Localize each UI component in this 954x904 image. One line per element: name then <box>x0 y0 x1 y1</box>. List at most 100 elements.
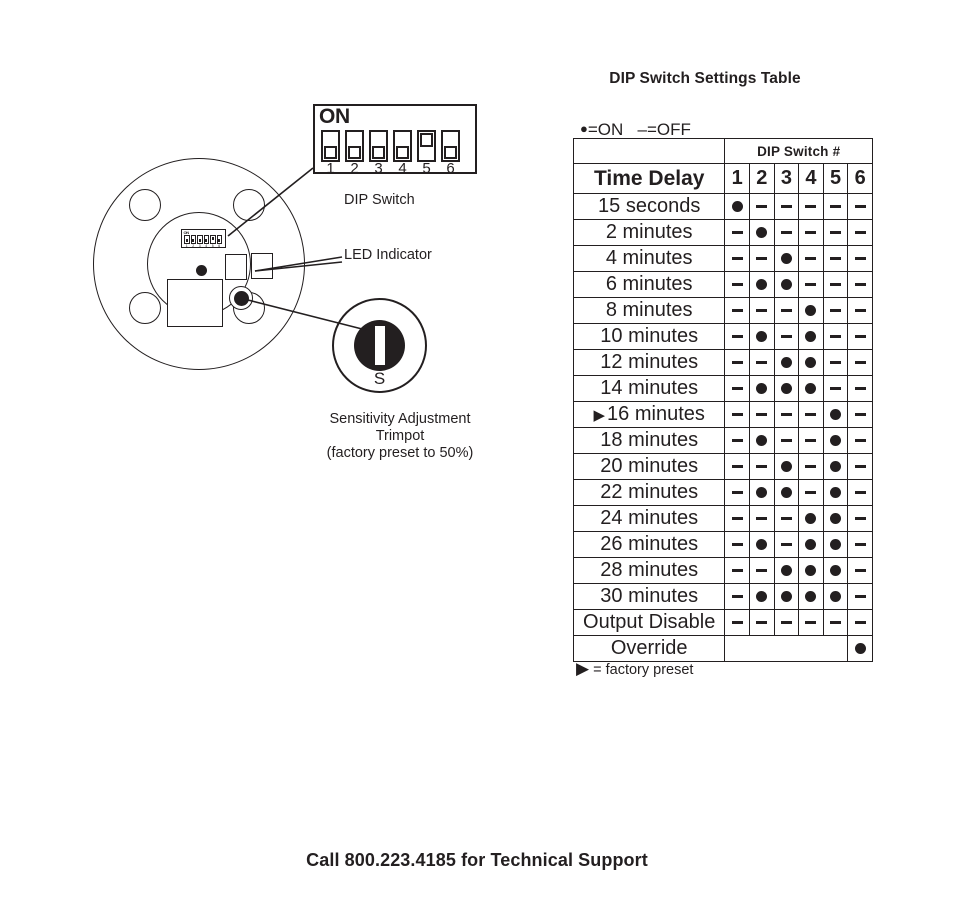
switch-state-cell <box>724 427 750 454</box>
device-dip-switch-6 <box>216 235 222 244</box>
switch-on-dot-icon <box>805 356 817 368</box>
switch-state-cell <box>822 453 849 480</box>
switch-state-cell <box>847 297 873 324</box>
switch-state-cell <box>847 583 873 610</box>
dip-switch-number-6: 6 <box>446 160 455 177</box>
table-row: 26 minutes <box>572 531 873 558</box>
table-row: 30 minutes <box>572 583 873 610</box>
legend-off-dash-icon: – <box>637 120 647 139</box>
dip-switch-slider-5[interactable] <box>417 130 436 162</box>
switch-state-cell <box>724 349 750 376</box>
switch-on-dot-icon <box>756 330 768 342</box>
switch-off-dash-icon <box>830 620 842 624</box>
time-delay-label: 10 minutes <box>572 323 726 350</box>
dip-switch-callout: ON 1 2 3 4 5 6 <box>313 104 477 176</box>
time-delay-label: 12 minutes <box>572 349 726 376</box>
table-row: 2 minutes <box>572 219 873 246</box>
table-row: 18 minutes <box>572 427 873 454</box>
switch-state-cell <box>749 479 775 506</box>
switch-on-dot-icon <box>830 408 842 420</box>
time-delay-label: Override <box>572 635 726 662</box>
device-dip-number-3: 3 <box>198 244 201 248</box>
table-row: Output Disable <box>572 609 873 636</box>
switch-off-dash-icon <box>854 230 866 234</box>
led-indicator-dot <box>196 265 207 276</box>
switch-state-cell <box>822 557 849 584</box>
switch-state-cell <box>798 245 824 272</box>
slider-handle-5 <box>420 133 433 147</box>
device-component-rectangle <box>167 279 223 327</box>
switch-state-cell <box>822 583 849 610</box>
switch-state-cell <box>749 401 775 428</box>
switch-state-cell <box>798 323 824 350</box>
switch-state-cell <box>773 505 800 532</box>
dip-switch-slider-2[interactable] <box>345 130 364 162</box>
switch-off-dash-icon <box>780 542 792 546</box>
switch-on-dot-icon <box>780 460 792 472</box>
switch-off-dash-icon <box>805 256 817 260</box>
switch-off-dash-icon <box>731 282 743 286</box>
switch-state-cell <box>798 609 824 636</box>
switch-state-cell <box>798 583 824 610</box>
switch-off-dash-icon <box>756 568 768 572</box>
switch-off-dash-icon <box>805 230 817 234</box>
switch-state-cell <box>847 271 873 298</box>
switch-state-cell <box>822 375 849 402</box>
time-delay-label: 14 minutes <box>572 375 726 402</box>
table-row: 15 seconds <box>572 193 873 220</box>
switch-off-dash-icon <box>731 594 743 598</box>
switch-state-cell <box>847 245 873 272</box>
switch-off-dash-icon <box>854 308 866 312</box>
dip-switch-slider-4[interactable] <box>393 130 412 162</box>
time-delay-label: ▶ 16 minutes <box>572 401 726 428</box>
time-delay-label: 28 minutes <box>572 557 726 584</box>
switch-off-dash-icon <box>756 412 768 416</box>
switch-on-dot-icon <box>830 564 842 576</box>
time-delay-label: Output Disable <box>572 609 726 636</box>
switch-off-dash-icon <box>854 594 866 598</box>
dip-switch-number-5: 5 <box>422 160 431 177</box>
switch-state-cell <box>847 323 873 350</box>
switch-state-cell <box>724 609 750 636</box>
switch-state-cell <box>822 219 849 246</box>
switch-off-dash-icon <box>805 490 817 494</box>
time-delay-label: 4 minutes <box>572 245 726 272</box>
led-indicator-caption: LED Indicator <box>344 247 432 263</box>
switch-state-cell <box>847 349 873 376</box>
mounting-hole-top-right <box>233 189 265 221</box>
switch-state-cell <box>773 453 800 480</box>
switch-state-cell <box>822 297 849 324</box>
dip-switch-slider-1[interactable] <box>321 130 340 162</box>
switch-on-dot-icon <box>830 590 842 602</box>
mounting-hole-bottom-left <box>129 292 161 324</box>
switch-number-header-4: 4 <box>798 163 824 194</box>
switch-off-dash-icon <box>731 490 743 494</box>
switch-off-dash-icon <box>854 620 866 624</box>
switch-off-dash-icon <box>854 282 866 286</box>
table-row: Override <box>572 635 873 662</box>
dip-switch-numbers: 1 2 3 4 5 6 <box>321 161 460 176</box>
switch-state-cell <box>773 323 800 350</box>
switch-off-dash-icon <box>731 542 743 546</box>
switch-state-cell <box>847 505 873 532</box>
device-dip-numbers: 1 2 3 4 5 6 <box>184 244 222 248</box>
device-dip-number-5: 5 <box>211 244 214 248</box>
slider-handle-3 <box>372 145 385 159</box>
dip-switch-slider-6[interactable] <box>441 130 460 162</box>
switch-off-dash-icon <box>780 204 792 208</box>
switch-state-cell <box>773 219 800 246</box>
switch-state-cell <box>724 323 750 350</box>
override-not-applicable-cell <box>724 635 849 662</box>
switch-off-dash-icon <box>756 360 768 364</box>
switch-off-dash-icon <box>756 308 768 312</box>
dip-switch-slider-3[interactable] <box>369 130 388 162</box>
table-row: 24 minutes <box>572 505 873 532</box>
sensitivity-trimpot-dial[interactable]: S <box>332 298 436 402</box>
switch-state-cell <box>749 609 775 636</box>
switch-off-dash-icon <box>854 490 866 494</box>
switch-on-dot-icon <box>780 382 792 394</box>
switch-state-cell <box>773 609 800 636</box>
switch-off-dash-icon <box>854 334 866 338</box>
switch-number-header-6: 6 <box>847 163 873 194</box>
switch-off-dash-icon <box>854 386 866 390</box>
